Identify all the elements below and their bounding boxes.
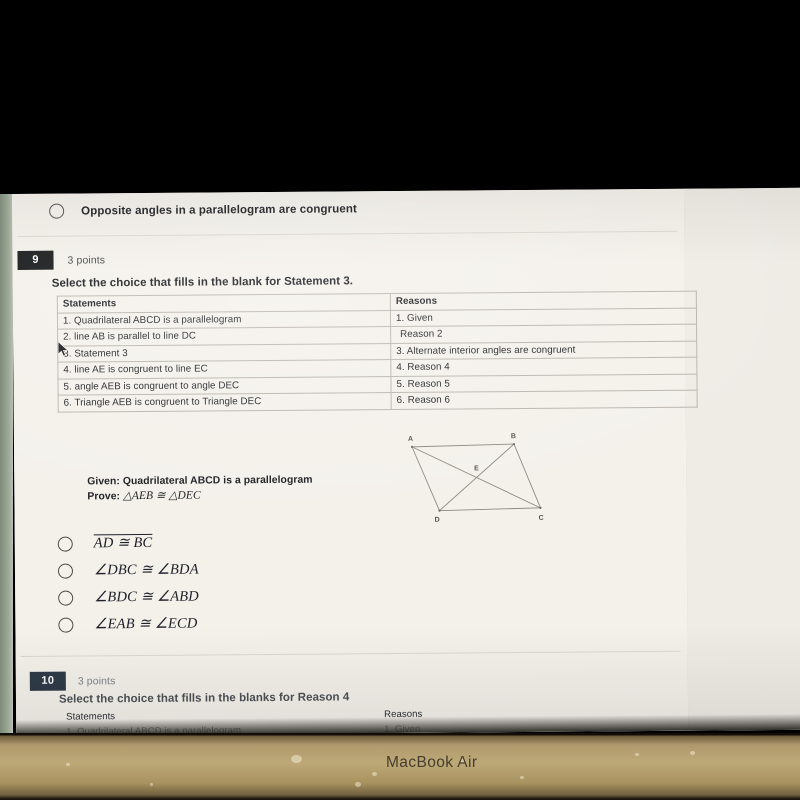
- question-10-proof-table-partial: Statements Reasons 1. Quadrilateral ABCD…: [12, 189, 688, 736]
- background-wall-strip: [0, 194, 13, 734]
- screen-bezel-top: [0, 0, 800, 196]
- quiz-screen: Opposite angles in a parallelogram are c…: [12, 187, 800, 736]
- page-right-margin: [683, 187, 800, 731]
- macbook-air-wordmark: MacBook Air: [386, 754, 478, 771]
- laptop-screen-photo: Opposite angles in a parallelogram are c…: [0, 0, 800, 800]
